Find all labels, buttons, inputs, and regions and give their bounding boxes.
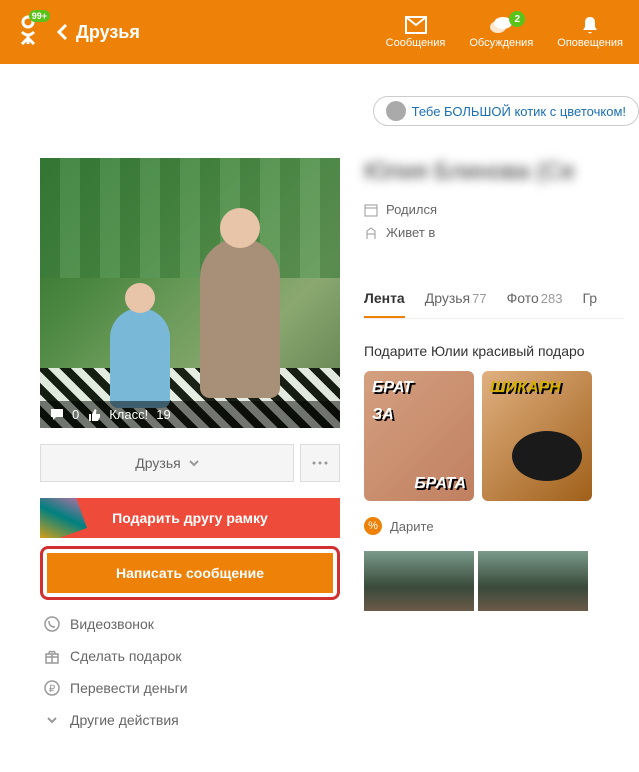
gift-action[interactable]: Сделать подарок — [40, 640, 340, 672]
chevron-down-icon — [189, 458, 199, 468]
gift-badge-icon: % — [364, 517, 382, 535]
friends-dropdown[interactable]: Друзья — [40, 444, 294, 482]
tab-friends[interactable]: Друзья77 — [425, 280, 487, 318]
location-icon — [364, 226, 378, 240]
messages-nav[interactable]: Сообщения — [386, 15, 446, 49]
like-count: 19 — [156, 407, 170, 422]
notifications-count-badge: 99+ — [29, 10, 50, 22]
comment-count: 0 — [72, 407, 79, 422]
ok-logo[interactable]: 99+ — [16, 14, 40, 51]
video-call-action[interactable]: Видеозвонок — [40, 608, 340, 640]
tab-photos[interactable]: Фото283 — [507, 280, 563, 318]
page-title: Друзья — [76, 22, 140, 43]
gift-section-title: Подарите Юлии красивый подаро — [364, 343, 624, 359]
promo-banner[interactable]: Тебе БОЛЬШОЙ котик с цветочком! — [373, 96, 639, 126]
tab-feed[interactable]: Лента — [364, 280, 405, 318]
gift-item-2[interactable]: ШИКАРН — [482, 371, 592, 501]
write-message-button[interactable]: Написать сообщение — [47, 553, 333, 593]
thumbnail-2[interactable] — [478, 551, 588, 611]
svg-text:₽: ₽ — [49, 684, 56, 695]
bell-icon — [578, 15, 602, 35]
gift-item-1[interactable]: БРАТ ЗА БРАТА — [364, 371, 474, 501]
profile-tabs: Лента Друзья77 Фото283 Гр — [364, 280, 624, 319]
more-button[interactable] — [300, 444, 340, 482]
transfer-money-action[interactable]: ₽ Перевести деньги — [40, 672, 340, 704]
calendar-icon — [364, 203, 378, 217]
main-header: 99+ Друзья Сообщения 2 Обсуждения Оповещ… — [0, 0, 639, 64]
birthday-info: Родился — [364, 202, 624, 217]
profile-photo[interactable]: 0 Класс! 19 — [40, 158, 340, 428]
other-actions[interactable]: Другие действия — [40, 704, 340, 736]
comment-icon[interactable] — [50, 408, 64, 422]
chevron-down-icon — [44, 712, 60, 728]
back-chevron-icon[interactable] — [56, 23, 68, 41]
gift-icon — [44, 648, 60, 664]
cat-icon — [386, 101, 406, 121]
discussions-badge: 2 — [509, 11, 525, 27]
gift-frame-button[interactable]: Подарить другу рамку — [40, 498, 340, 538]
notifications-nav[interactable]: Оповещения — [557, 15, 623, 49]
envelope-icon — [404, 15, 428, 35]
money-icon: ₽ — [44, 680, 60, 696]
location-info: Живет в — [364, 225, 624, 240]
profile-name: Юлия Блинова (Се — [364, 158, 624, 186]
phone-icon — [44, 616, 60, 632]
tab-groups[interactable]: Гр — [582, 280, 597, 318]
photo-stats-bar: 0 Класс! 19 — [40, 401, 340, 428]
dots-icon — [312, 461, 328, 465]
highlight-annotation: Написать сообщение — [40, 546, 340, 600]
like-icon[interactable] — [87, 408, 101, 422]
discussions-nav[interactable]: 2 Обсуждения — [469, 15, 533, 49]
give-gifts-link[interactable]: % Дарите — [364, 517, 624, 535]
thumbnail-1[interactable] — [364, 551, 474, 611]
like-label: Класс! — [109, 407, 148, 422]
